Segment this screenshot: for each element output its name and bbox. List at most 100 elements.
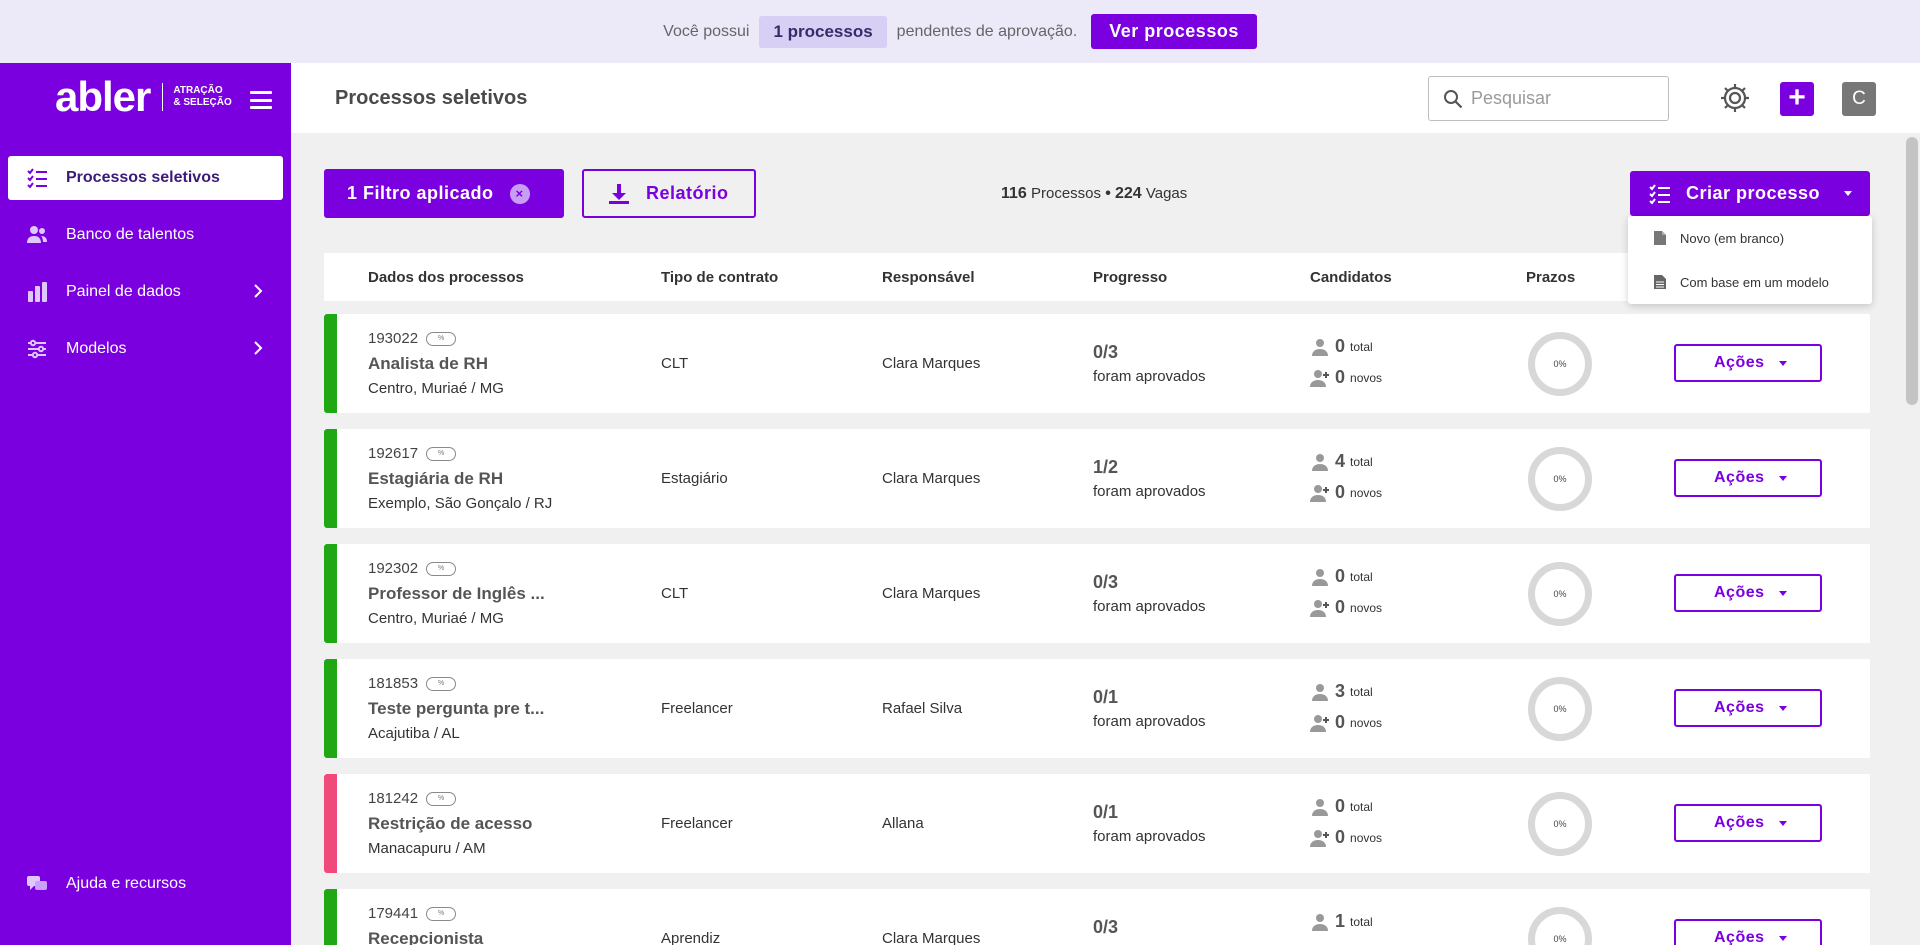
table-row[interactable]: 181242 % Restrição de acesso Manacapuru … (324, 774, 1870, 873)
sidebar-item-processos-seletivos[interactable]: Processos seletivos (8, 156, 283, 200)
menu-item-from-template[interactable]: Com base em um modelo (1628, 260, 1872, 304)
actions-button[interactable]: Ações (1674, 804, 1822, 842)
gear-icon[interactable] (1719, 82, 1751, 114)
status-bar (324, 659, 337, 758)
help-chat-icon (27, 876, 47, 890)
process-code-wrap: 179441 % (368, 905, 457, 922)
menu-item-new-blank[interactable]: Novo (em branco) (1628, 216, 1872, 260)
candidates-total-label: total (1350, 339, 1373, 354)
person-add-icon (1310, 714, 1329, 732)
candidates-new-label: novos (1350, 715, 1383, 730)
candidates-total-count: 0 (1335, 566, 1346, 586)
menu-toggle-icon[interactable] (250, 91, 272, 109)
person-icon (1312, 568, 1328, 586)
person-add-icon (1310, 369, 1329, 387)
process-code-wrap: 181853 % (368, 675, 457, 692)
scrollbar[interactable] (1904, 133, 1920, 945)
table-row[interactable]: 181853 % Teste pergunta pre t... Acajuti… (324, 659, 1870, 758)
sidebar-item-painel-de-dados[interactable]: Painel de dados (8, 270, 283, 314)
clear-filter-icon[interactable]: × (509, 183, 530, 204)
progress-label: foram aprovados (1093, 713, 1206, 730)
sidebar-item-label: Painel de dados (66, 283, 181, 300)
menu-item-label: Com base em um modelo (1680, 274, 1829, 290)
chevron-right-icon (254, 341, 263, 355)
actions-button[interactable]: Ações (1674, 459, 1822, 497)
actions-button[interactable]: Ações (1674, 574, 1822, 612)
process-location: Exemplo, São Gonçalo / RJ (368, 495, 553, 512)
banner-prefix: Você possui (663, 22, 750, 40)
process-title[interactable]: Restrição de acesso (368, 814, 532, 834)
column-header-dados: Dados dos processos (368, 269, 524, 286)
create-process-button[interactable]: Criar processo (1630, 171, 1870, 216)
candidates-new: 0 novos (1310, 367, 1382, 388)
sidebar-item-help[interactable]: Ajuda e recursos (26, 873, 186, 895)
column-header-contrato: Tipo de contrato (661, 269, 779, 286)
person-add-icon (1310, 599, 1329, 617)
candidates-total-count: 0 (1335, 796, 1346, 816)
candidates-total: 1 total (1310, 911, 1373, 932)
table-row[interactable]: 193022 % Analista de RH Centro, Muriaé /… (324, 314, 1870, 413)
sidebar-item-modelos[interactable]: Modelos (8, 327, 283, 371)
actions-button[interactable]: Ações (1674, 344, 1822, 382)
checklist-icon (27, 168, 47, 189)
process-location: Acajutiba / AL (368, 725, 460, 742)
process-title[interactable]: Recepcionista (368, 929, 483, 945)
menu-item-label: Novo (em branco) (1680, 230, 1785, 246)
person-add-icon (1310, 484, 1329, 502)
contract-type: CLT (661, 585, 689, 602)
search-input[interactable] (1471, 88, 1651, 109)
candidates-total-count: 1 (1335, 911, 1346, 931)
caret-down-icon (1778, 705, 1787, 711)
table-row[interactable]: 192617 % Estagiária de RH Exemplo, São G… (324, 429, 1870, 528)
table-row[interactable]: 192302 % Professor de Inglês ... Centro,… (324, 544, 1870, 643)
view-processes-button[interactable]: Ver processos (1091, 14, 1257, 49)
process-title[interactable]: Estagiária de RH (368, 469, 503, 489)
checklist-icon (1649, 183, 1670, 205)
report-button[interactable]: Relatório (582, 169, 756, 218)
process-code: 192617 (368, 445, 419, 462)
person-icon (1312, 798, 1328, 816)
process-location: Centro, Muriaé / MG (368, 380, 504, 397)
person-icon (1312, 913, 1328, 931)
status-bar (324, 314, 337, 413)
candidates-new-count: 0 (1335, 712, 1346, 732)
vacancies-count: 224 (1114, 185, 1142, 202)
process-title[interactable]: Analista de RH (368, 354, 488, 374)
user-avatar[interactable]: C (1842, 82, 1876, 116)
candidates-new: 0 novos (1310, 712, 1382, 733)
filter-applied-button[interactable]: 1 Filtro aplicado × (324, 169, 564, 218)
create-process-label: Criar processo (1686, 183, 1821, 203)
progress-count: 0/3 (1093, 342, 1119, 362)
column-header-responsavel: Responsável (882, 269, 975, 286)
process-code-wrap: 181242 % (368, 790, 457, 807)
scrollbar-thumb[interactable] (1906, 137, 1918, 405)
brand-logo[interactable]: abler ATRAÇÃO & SELEÇÃO (55, 73, 232, 121)
process-code: 179441 (368, 905, 419, 922)
caret-down-icon (1778, 475, 1787, 481)
deadline-progress-ring: 0% (1528, 332, 1592, 396)
visibility-pill-icon: % (426, 906, 457, 921)
progress-label: foram aprovados (1093, 483, 1206, 500)
caret-down-icon (1844, 191, 1852, 196)
pending-count-badge: 1 processos (759, 15, 887, 48)
actions-button[interactable]: Ações (1674, 689, 1822, 727)
candidates-total: 0 total (1310, 796, 1373, 817)
candidates-new-label: novos (1350, 370, 1383, 385)
pending-approval-banner: Você possui 1 processos pendentes de apr… (0, 0, 1920, 63)
progress-label: foram aprovados (1093, 828, 1206, 845)
candidates-total-label: total (1350, 799, 1373, 814)
person-icon (1312, 683, 1328, 701)
search-box[interactable] (1428, 76, 1669, 121)
actions-button[interactable]: Ações (1674, 919, 1822, 945)
logo-tagline: ATRAÇÃO & SELEÇÃO (173, 85, 231, 109)
table-row[interactable]: 179441 % Recepcionista Aprendiz Clara Ma… (324, 889, 1870, 945)
add-button[interactable]: + (1780, 82, 1814, 116)
candidates-total: 0 total (1310, 336, 1373, 357)
candidates-new-count: 0 (1335, 597, 1346, 617)
process-title[interactable]: Teste pergunta pre t... (368, 699, 544, 719)
sidebar-item-banco-de-talentos[interactable]: Banco de talentos (8, 213, 283, 257)
status-bar (324, 429, 337, 528)
candidates-total-label: total (1350, 569, 1373, 584)
process-title[interactable]: Professor de Inglês ... (368, 584, 545, 604)
process-code: 181242 (368, 790, 419, 807)
